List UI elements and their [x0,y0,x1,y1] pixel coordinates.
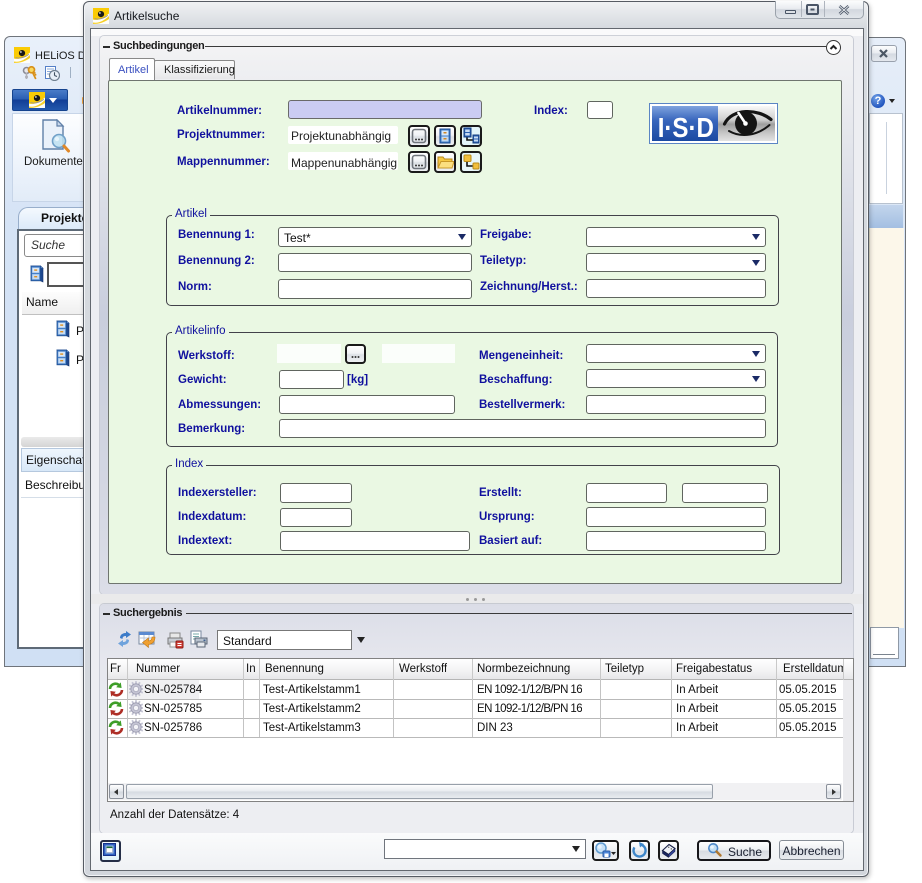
svg-text:I·S·D: I·S·D [658,111,714,143]
